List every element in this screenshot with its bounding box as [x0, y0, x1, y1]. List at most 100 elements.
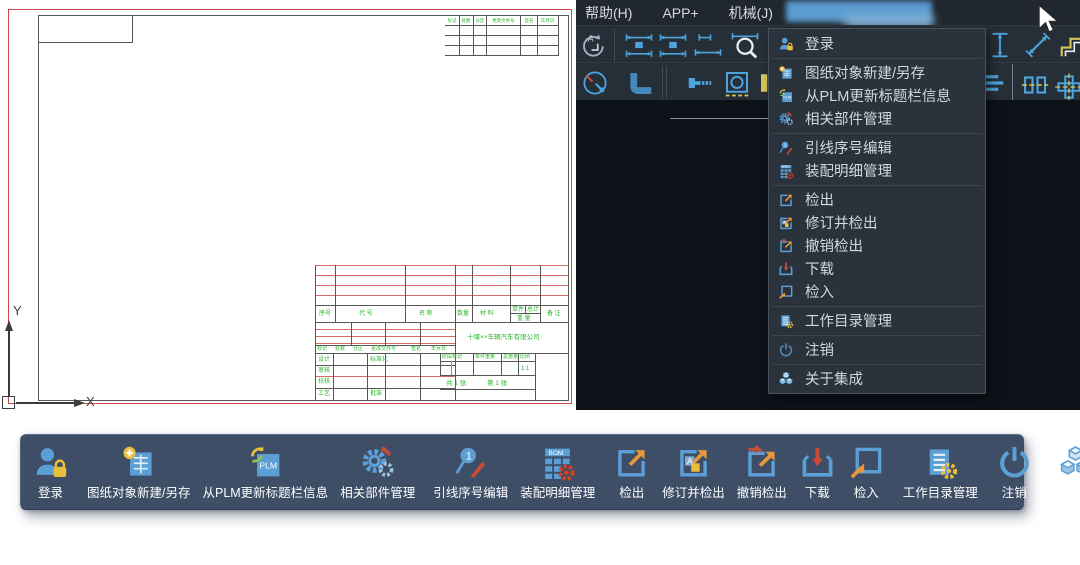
menu-item-label: 下载: [805, 258, 834, 279]
menu-separator: [769, 361, 985, 367]
partlist-header: 单件: [512, 307, 524, 313]
sig-row-label: 标准化: [370, 357, 388, 363]
flange-icon[interactable]: [1020, 70, 1050, 100]
menu-item-download[interactable]: 下载: [769, 257, 985, 280]
checkin-icon: [778, 284, 794, 300]
toolbar-button-drawing-new-save[interactable]: 图纸对象新建/另存: [81, 438, 196, 506]
partlist-header: 名 称: [419, 311, 433, 317]
text-rotate-icon[interactable]: [579, 30, 609, 60]
toolbar-button-logout[interactable]: 注销: [990, 438, 1039, 506]
plm-refresh-icon: [247, 444, 284, 481]
menu-item-label: 关于集成: [805, 368, 863, 389]
toolbar-button-bom-manage[interactable]: 装配明细管理: [514, 438, 601, 506]
toolbar-button-plm-refresh[interactable]: 从PLM更新标题栏信息: [196, 438, 334, 506]
menu-separator: [769, 55, 985, 61]
ucs-y-arrowhead: [5, 320, 13, 331]
toolbar-button-checkout[interactable]: 检出: [607, 438, 656, 506]
menu-item-undo-checkout[interactable]: 撤销检出: [769, 234, 985, 257]
menu-item-revise-checkout[interactable]: 修订并检出: [769, 211, 985, 234]
toolbar-button-label: 装配明细管理: [520, 482, 595, 501]
menu-mechanical[interactable]: 机械(J): [729, 3, 773, 23]
menu-item-leader-number-edit[interactable]: 引线序号编辑: [769, 136, 985, 159]
toolbar-button-leader-number-edit[interactable]: 引线序号编辑: [427, 438, 514, 506]
menu-item-drawing-new-save[interactable]: 图纸对象新建/另存: [769, 61, 985, 84]
toolbar-button-label: 修订并检出: [662, 482, 725, 501]
menu-help[interactable]: 帮助(H): [585, 3, 632, 23]
toolbar-button-related-parts[interactable]: 相关部件管理: [334, 438, 421, 506]
toolbar-button-checkin[interactable]: 检入: [842, 438, 891, 506]
work-directory-icon: [778, 313, 794, 329]
toolbar-button-revise-checkout[interactable]: 修订并检出: [656, 438, 731, 506]
menu-item-label: 引线序号编辑: [805, 137, 892, 158]
revision-header: 年月日: [541, 17, 555, 23]
sig-header: 标记: [317, 347, 327, 352]
drawing-sheet[interactable]: 标记 处数 分区 更改文件号 签名 年月日: [0, 0, 576, 410]
ucs-x-arrowhead: [74, 399, 85, 407]
toolbar-separator: [666, 66, 667, 98]
sig-header: 处数: [335, 347, 345, 352]
menu-separator: [769, 303, 985, 309]
menu-item-bom-manage[interactable]: 装配明细管理: [769, 159, 985, 182]
stage-header: 比例: [520, 355, 530, 360]
related-parts-icon: [359, 444, 396, 481]
revision-header: 更改文件号: [492, 17, 515, 23]
radius-dim-icon[interactable]: [580, 68, 610, 98]
dim-baseline-icon[interactable]: [624, 30, 654, 60]
menu-item-checkout[interactable]: 检出: [769, 188, 985, 211]
login-icon: [778, 36, 794, 52]
partlist-header: 重 量: [517, 316, 531, 322]
download-icon: [778, 261, 794, 277]
toolbar-button-about-integration[interactable]: 关于集成: [1045, 438, 1080, 506]
bom-manage-icon: [778, 163, 794, 179]
partlist-header: 数量: [457, 311, 469, 317]
leader-number-edit-icon: [452, 444, 489, 481]
toolbar-button-download[interactable]: 下载: [793, 438, 842, 506]
bom-manage-icon: [539, 444, 576, 481]
toolbar-button-login[interactable]: 登录: [26, 438, 75, 506]
toolbar-button-undo-checkout[interactable]: 撤销检出: [731, 438, 793, 506]
ucs-origin-box: [2, 396, 15, 409]
sig-header: 更改文件号: [371, 347, 396, 352]
ucs-y-axis: [8, 330, 10, 397]
corner-icon[interactable]: [625, 68, 655, 98]
toolbar-button-work-directory[interactable]: 工作目录管理: [897, 438, 984, 506]
menu-item-label: 修订并检出: [805, 212, 878, 233]
menu-item-logout[interactable]: 注销: [769, 338, 985, 361]
sig-row-label: 设计: [318, 357, 330, 363]
menu-separator: [769, 332, 985, 338]
menu-item-plm-refresh[interactable]: 从PLM更新标题栏信息: [769, 84, 985, 107]
sig-row-label: 工艺: [318, 391, 330, 397]
undo-checkout-icon: [743, 444, 780, 481]
menu-app-plus[interactable]: APP+: [662, 5, 698, 21]
mouse-cursor: [1036, 3, 1066, 35]
toolbar-button-label: 工作目录管理: [903, 482, 978, 501]
menu-item-login[interactable]: 登录: [769, 32, 985, 55]
partlist-header: 总计: [527, 307, 539, 313]
menu-item-work-directory[interactable]: 工作目录管理: [769, 309, 985, 332]
revision-header: 分区: [475, 17, 484, 23]
bolt-icon[interactable]: [685, 68, 715, 98]
menu-item-related-parts[interactable]: 相关部件管理: [769, 107, 985, 130]
undo-checkout-icon: [778, 238, 794, 254]
coupling-icon[interactable]: [1054, 72, 1080, 102]
menu-item-about-integration[interactable]: 关于集成: [769, 367, 985, 390]
drawing-new-save-icon: [778, 65, 794, 81]
bearing-icon[interactable]: [722, 68, 752, 98]
download-icon: [799, 444, 836, 481]
partlist-header: 序号: [319, 311, 331, 317]
revision-header: 签名: [524, 17, 533, 23]
partlist-header: 备 注: [547, 311, 561, 317]
dim-vertical-icon[interactable]: [985, 30, 1015, 60]
dim-inspect-icon[interactable]: [730, 30, 760, 60]
partlist-header: 材 料: [480, 311, 494, 317]
sig-row-label: 批准: [370, 391, 382, 397]
toolbar-button-label: 关于集成: [1051, 482, 1080, 501]
dim-continue-icon[interactable]: [658, 30, 688, 60]
menu-item-label: 检出: [805, 189, 834, 210]
dim-linear-icon[interactable]: [693, 30, 723, 60]
menu-separator: [769, 182, 985, 188]
menu-item-label: 注销: [805, 339, 834, 360]
ucs-x-axis: [16, 402, 76, 404]
integration-toolbar: 登录 图纸对象新建/另存 从PLM更新标题栏信息 相关部件管理 引线序号编辑 装…: [20, 434, 1024, 510]
menu-item-checkin[interactable]: 检入: [769, 280, 985, 303]
